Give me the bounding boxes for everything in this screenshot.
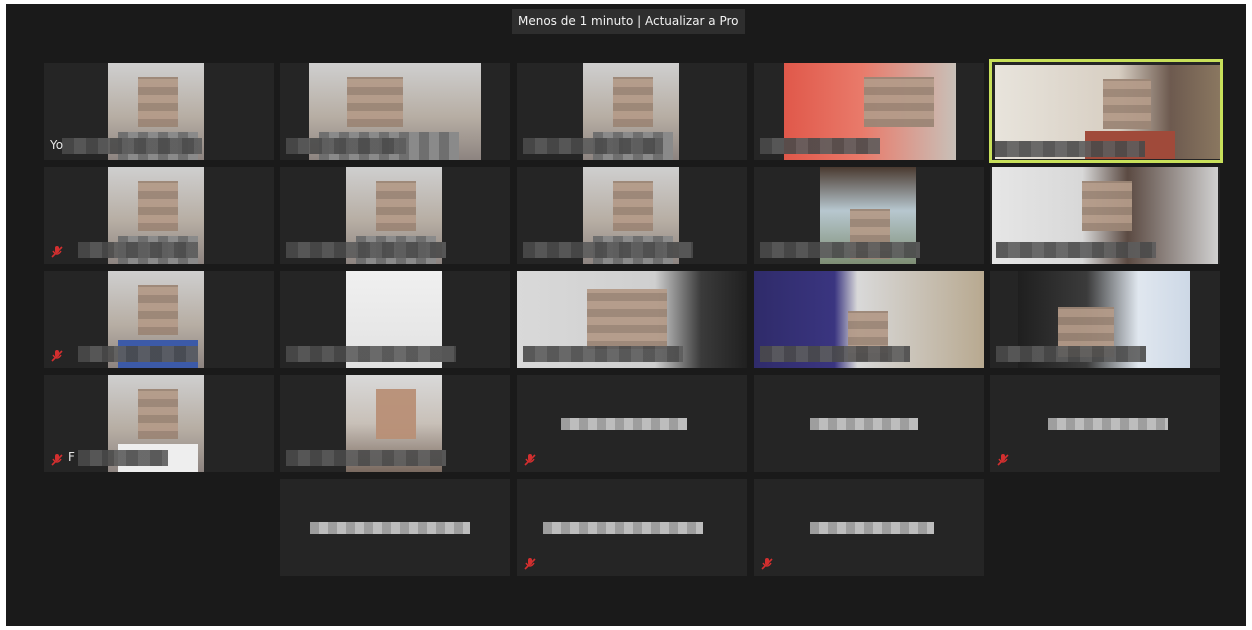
participant-tile[interactable]: [280, 375, 510, 472]
name-redaction: [561, 418, 687, 430]
participant-tile[interactable]: [517, 271, 747, 368]
name-redaction: [543, 522, 703, 534]
participant-name: Yo: [50, 138, 64, 152]
participant-tile[interactable]: [517, 479, 747, 576]
name-redaction: [523, 346, 683, 362]
participant-tile[interactable]: [990, 167, 1220, 264]
name-redaction: [310, 522, 470, 534]
name-redaction: [78, 242, 198, 258]
participant-tile[interactable]: [280, 63, 510, 160]
microphone-muted-icon: [524, 454, 536, 466]
participant-tile[interactable]: [754, 479, 984, 576]
participant-tile[interactable]: Yo: [44, 63, 274, 160]
participant-tile[interactable]: [280, 271, 510, 368]
participant-name: F: [68, 450, 75, 464]
name-redaction: [78, 450, 168, 466]
participant-tile[interactable]: [754, 271, 984, 368]
participant-tile[interactable]: [989, 59, 1223, 163]
microphone-muted-icon: [524, 558, 536, 570]
participant-tile[interactable]: F: [44, 375, 274, 472]
name-redaction: [996, 346, 1146, 362]
name-redaction: [760, 242, 920, 258]
name-redaction: [523, 242, 693, 258]
participant-tile[interactable]: [44, 271, 274, 368]
microphone-muted-icon: [761, 558, 773, 570]
participant-tile[interactable]: [517, 63, 747, 160]
participant-tile[interactable]: [754, 63, 984, 160]
name-redaction: [62, 138, 202, 154]
name-redaction: [286, 138, 406, 154]
participant-tile[interactable]: [517, 375, 747, 472]
participant-tile[interactable]: [280, 167, 510, 264]
participant-tile[interactable]: [754, 375, 984, 472]
name-redaction: [1048, 418, 1168, 430]
microphone-muted-icon: [997, 454, 1009, 466]
meeting-gallery-view: Menos de 1 minuto | Actualizar a Pro Yo: [6, 4, 1246, 626]
name-redaction: [760, 138, 880, 154]
name-redaction: [78, 346, 198, 362]
microphone-muted-icon: [51, 246, 63, 258]
name-redaction: [523, 138, 663, 154]
name-redaction: [286, 242, 446, 258]
name-redaction: [810, 522, 934, 534]
participant-tile[interactable]: [754, 167, 984, 264]
participant-tile[interactable]: [44, 167, 274, 264]
name-redaction: [760, 346, 910, 362]
microphone-muted-icon: [51, 350, 63, 362]
name-redaction: [286, 450, 446, 466]
microphone-muted-icon: [51, 454, 63, 466]
plan-upgrade-banner[interactable]: Menos de 1 minuto | Actualizar a Pro: [512, 9, 745, 34]
participant-tile[interactable]: [990, 271, 1220, 368]
participant-tile[interactable]: [280, 479, 510, 576]
participant-tile[interactable]: [517, 167, 747, 264]
name-redaction: [286, 346, 456, 362]
participant-tile[interactable]: [990, 375, 1220, 472]
name-redaction: [995, 141, 1145, 157]
name-redaction: [810, 418, 918, 430]
name-redaction: [996, 242, 1156, 258]
